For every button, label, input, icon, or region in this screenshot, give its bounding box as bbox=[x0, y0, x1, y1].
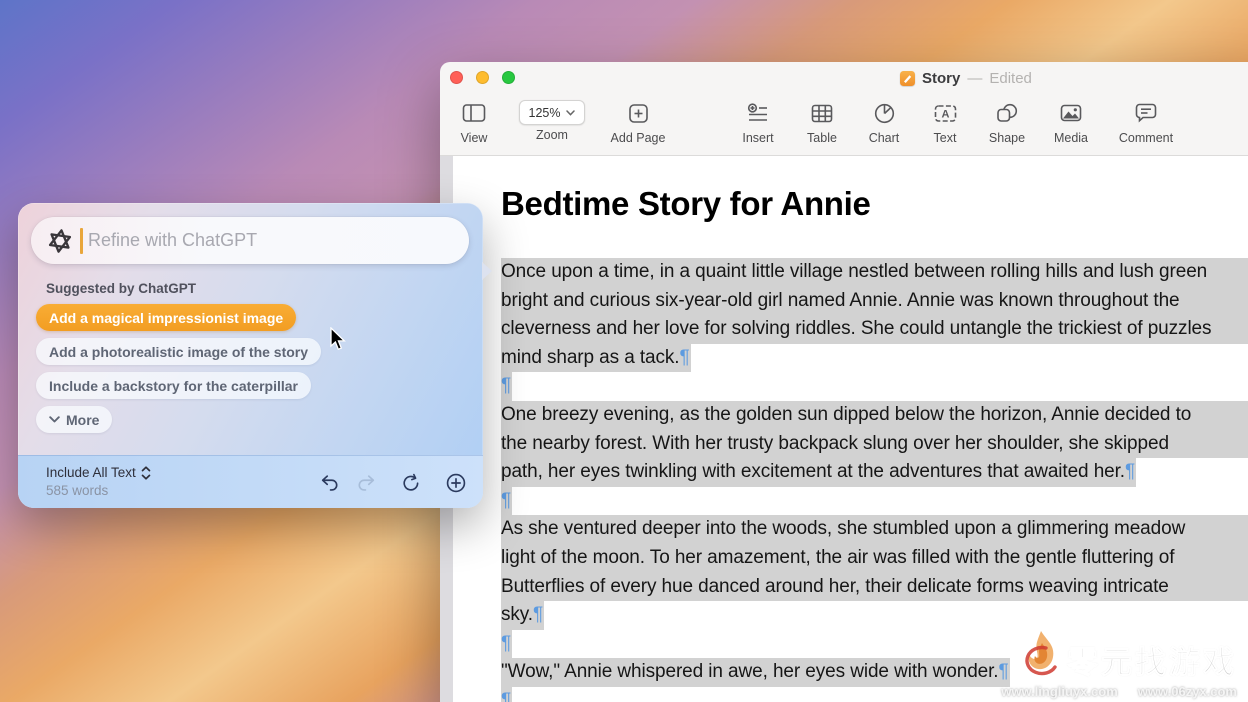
paragraph-line: Butterflies of every hue danced around h… bbox=[501, 573, 1248, 602]
undo-button[interactable] bbox=[317, 472, 343, 494]
suggestion-add-magical-impressionist-image[interactable]: Add a magical impressionist image bbox=[36, 304, 296, 331]
paragraph-line: cleverness and her love for solving ridd… bbox=[501, 315, 1248, 344]
comment-icon bbox=[1101, 98, 1191, 128]
toolbar-add-page[interactable]: Add Page bbox=[593, 98, 683, 145]
watermark: 零元找游戏 www.lingliuyx.com www.06zyx.com bbox=[1001, 637, 1237, 699]
watermark-url-2: www.06zyx.com bbox=[1138, 684, 1237, 699]
redo-icon bbox=[355, 472, 377, 494]
suggestion-include-backstory[interactable]: Include a backstory for the caterpillar bbox=[36, 372, 311, 399]
paragraph-line: light of the moon. To her amazement, the… bbox=[501, 544, 1248, 573]
document-heading: Bedtime Story for Annie bbox=[501, 182, 1248, 226]
pilcrow-mark: ¶ bbox=[679, 347, 689, 368]
window-title: Story — Edited bbox=[900, 69, 1032, 87]
text-caret bbox=[80, 228, 83, 254]
refine-text-input[interactable] bbox=[88, 230, 455, 251]
pages-window: Story — Edited View 125% Zoom bbox=[440, 62, 1248, 702]
document-canvas: Bedtime Story for Annie Once upon a time… bbox=[440, 156, 1248, 702]
desktop: Story — Edited View 125% Zoom bbox=[0, 0, 1248, 702]
chevron-down-icon bbox=[49, 416, 60, 423]
close-window-button[interactable] bbox=[450, 71, 463, 84]
sidebar-icon bbox=[429, 98, 519, 128]
plus-circle-icon bbox=[445, 472, 467, 494]
word-count: 585 words bbox=[46, 483, 108, 498]
mouse-cursor bbox=[330, 327, 348, 352]
fullscreen-window-button[interactable] bbox=[502, 71, 515, 84]
paragraph-line: sky.¶ bbox=[501, 601, 1248, 630]
chevron-down-icon bbox=[566, 110, 575, 116]
document-body[interactable]: Once upon a time, in a quaint little vil… bbox=[501, 258, 1248, 702]
suggestion-add-photorealistic-image[interactable]: Add a photorealistic image of the story bbox=[36, 338, 321, 365]
zoom-dropdown[interactable]: 125% bbox=[519, 100, 586, 125]
toolbar-view[interactable]: View bbox=[429, 98, 519, 145]
minimize-window-button[interactable] bbox=[476, 71, 489, 84]
include-all-text-selector[interactable]: Include All Text bbox=[46, 465, 151, 480]
paragraph-line: Once upon a time, in a quaint little vil… bbox=[501, 258, 1248, 287]
paragraph-line: bright and curious six-year-old girl nam… bbox=[501, 287, 1248, 316]
refresh-icon bbox=[400, 472, 422, 494]
edited-status: Edited bbox=[989, 70, 1032, 87]
document-title-text: Story bbox=[922, 70, 960, 87]
paragraph-line: mind sharp as a tack.¶ bbox=[501, 344, 1248, 373]
redo-button[interactable] bbox=[353, 472, 379, 494]
paragraph-line: One breezy evening, as the golden sun di… bbox=[501, 401, 1248, 430]
popup-footer: Include All Text 585 words bbox=[18, 455, 483, 508]
add-page-icon bbox=[593, 98, 683, 128]
pilcrow-mark: ¶ bbox=[501, 375, 511, 396]
svg-text:A: A bbox=[941, 108, 949, 120]
paragraph-line: path, her eyes twinkling with excitement… bbox=[501, 458, 1248, 487]
pilcrow-mark: ¶ bbox=[533, 604, 543, 625]
popup-pointer bbox=[482, 262, 492, 280]
toolbar-comment[interactable]: Comment bbox=[1101, 98, 1191, 145]
suggested-by-label: Suggested by ChatGPT bbox=[46, 281, 196, 296]
toolbar-zoom[interactable]: 125% Zoom bbox=[507, 98, 597, 142]
pilcrow-mark: ¶ bbox=[1125, 461, 1135, 482]
toolbar: View 125% Zoom Add Page Insert bbox=[440, 94, 1248, 156]
refresh-button[interactable] bbox=[398, 472, 424, 494]
pilcrow-mark: ¶ bbox=[501, 633, 511, 654]
pilcrow-mark: ¶ bbox=[501, 490, 511, 511]
pages-app-icon bbox=[900, 71, 915, 86]
undo-icon bbox=[319, 472, 341, 494]
paragraph-line: the nearby forest. With her trusty backp… bbox=[501, 430, 1248, 459]
more-suggestions-button[interactable]: More bbox=[36, 406, 112, 433]
pilcrow-mark: ¶ bbox=[501, 690, 511, 702]
document-page[interactable]: Bedtime Story for Annie Once upon a time… bbox=[453, 156, 1248, 702]
flame-logo-icon bbox=[1011, 627, 1069, 689]
empty-paragraph: ¶ bbox=[501, 372, 1248, 401]
chevron-up-down-icon bbox=[141, 466, 151, 480]
refine-input-field[interactable] bbox=[31, 217, 469, 264]
add-button[interactable] bbox=[443, 472, 469, 494]
paragraph-line: As she ventured deeper into the woods, s… bbox=[501, 515, 1248, 544]
chatgpt-refine-popup: Suggested by ChatGPT Add a magical impre… bbox=[18, 203, 483, 508]
titlebar[interactable]: Story — Edited bbox=[440, 62, 1248, 94]
openai-logo-icon bbox=[45, 226, 75, 256]
watermark-brand-text: 零元找游戏 bbox=[1067, 645, 1237, 680]
empty-paragraph: ¶ bbox=[501, 487, 1248, 516]
